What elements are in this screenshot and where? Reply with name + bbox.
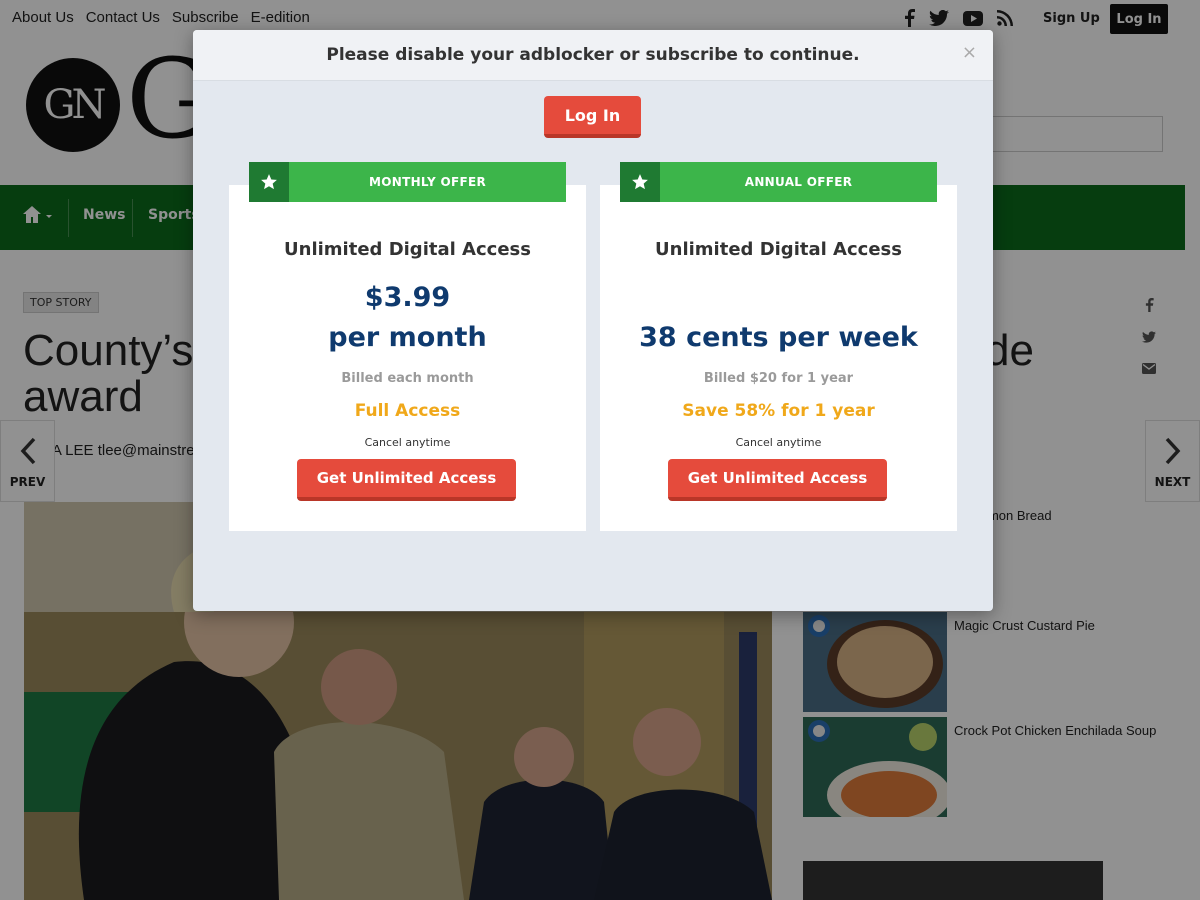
offer-promo: Full Access [354, 401, 461, 421]
offer-promo: Save 58% for 1 year [682, 401, 875, 421]
star-icon [620, 162, 660, 202]
offer-price: $3.99 [364, 282, 451, 313]
annual-offer-card: ANNUAL OFFER Unlimited Digital Access 38… [600, 162, 957, 531]
modal-login-button[interactable]: Log In [544, 96, 641, 138]
offer-cancel-note: Cancel anytime [364, 436, 451, 449]
offer-heading: Unlimited Digital Access [655, 239, 902, 260]
get-unlimited-access-button[interactable]: Get Unlimited Access [297, 459, 516, 501]
paywall-modal: Please disable your adblocker or subscri… [193, 30, 993, 611]
star-icon [249, 162, 289, 202]
offer-banner: ANNUAL OFFER [620, 162, 937, 202]
offer-cancel-note: Cancel anytime [735, 436, 822, 449]
offer-price-period: per month [328, 322, 487, 353]
offer-banner-label: ANNUAL OFFER [744, 175, 853, 189]
offer-price-period: 38 cents per week [639, 322, 918, 353]
offer-banner: MONTHLY OFFER [249, 162, 566, 202]
modal-title: Please disable your adblocker or subscri… [326, 45, 860, 65]
offer-heading: Unlimited Digital Access [284, 239, 531, 260]
offer-banner-label: MONTHLY OFFER [369, 175, 486, 189]
modal-header: Please disable your adblocker or subscri… [193, 30, 993, 81]
get-unlimited-access-button[interactable]: Get Unlimited Access [668, 459, 887, 501]
monthly-offer-card: MONTHLY OFFER Unlimited Digital Access $… [229, 162, 586, 531]
offer-billing-note: Billed each month [341, 371, 474, 386]
offer-billing-note: Billed $20 for 1 year [703, 371, 854, 386]
close-icon[interactable]: × [962, 42, 977, 63]
